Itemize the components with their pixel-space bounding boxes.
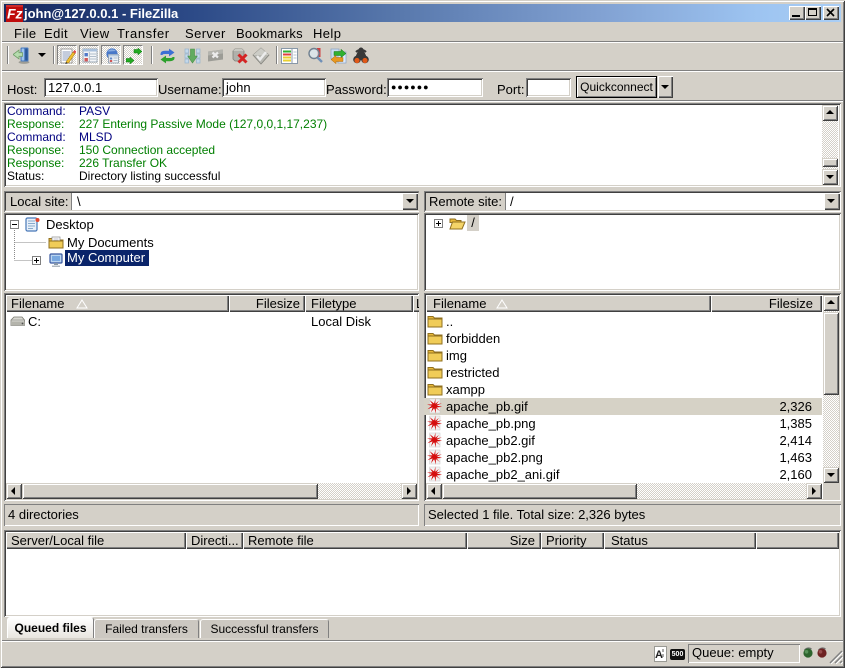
svg-text:Fz: Fz [7,6,23,22]
svg-text:A: A [655,649,663,661]
